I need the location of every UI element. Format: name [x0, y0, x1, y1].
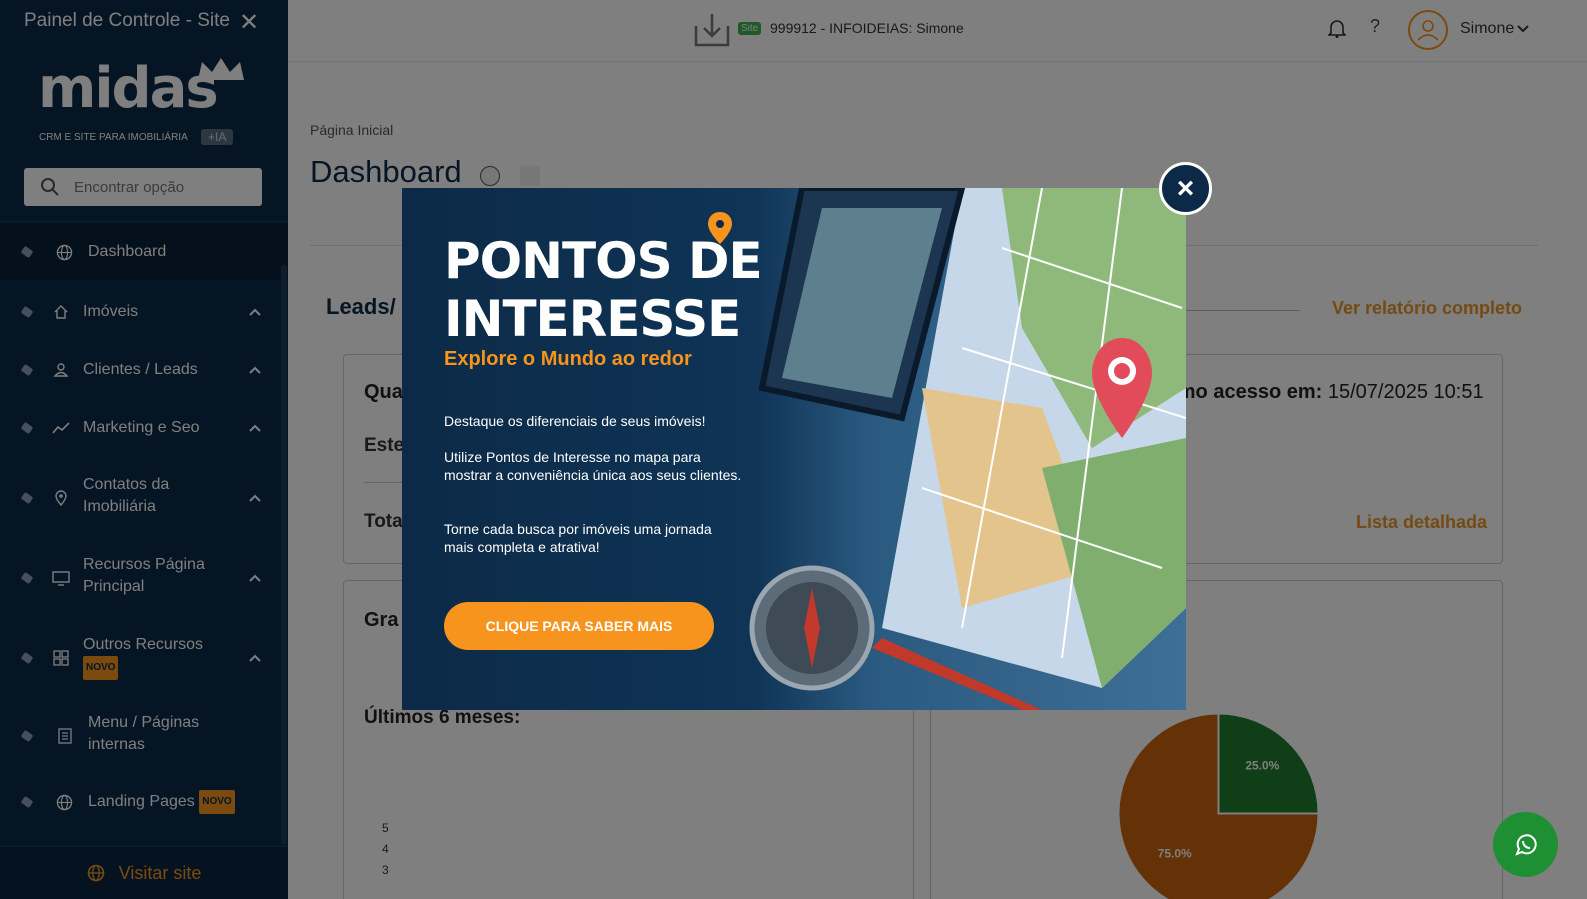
- whatsapp-icon: [1514, 833, 1537, 856]
- modal-paragraph: Utilize Pontos de Interesse no mapa para…: [444, 449, 742, 483]
- modal-subtitle: Explore o Mundo ao redor: [444, 348, 692, 370]
- modal-paragraph: Torne cada busca por imóveis uma jornada…: [444, 521, 712, 555]
- learn-more-button[interactable]: CLIQUE PARA SABER MAIS: [444, 602, 714, 650]
- close-modal-button[interactable]: ×: [1159, 162, 1212, 215]
- promo-modal: PONTOS DE INTERESSE Explore o Mundo ao r…: [402, 188, 1186, 710]
- modal-title: PONTOS DE INTERESSE: [444, 232, 763, 348]
- modal-paragraph: Destaque os diferenciais de seus imóveis…: [444, 413, 706, 429]
- whatsapp-button[interactable]: [1493, 812, 1558, 877]
